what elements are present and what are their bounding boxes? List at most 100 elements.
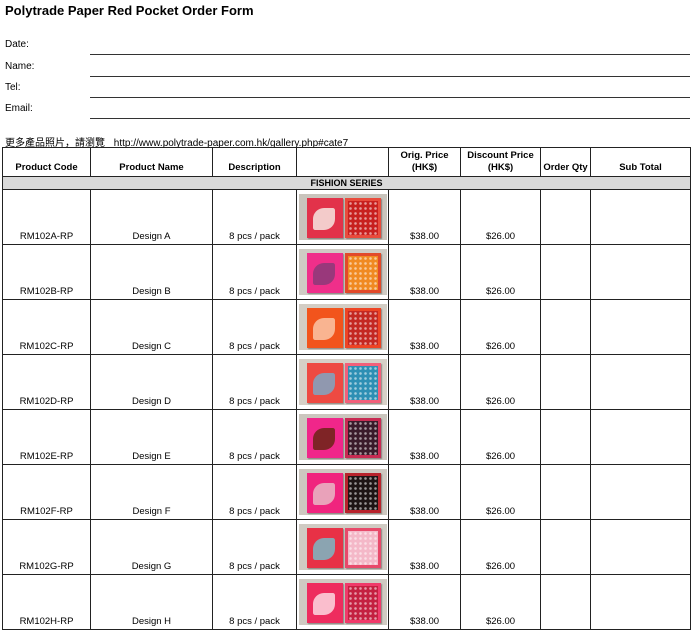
pattern-icon <box>347 366 378 400</box>
product-photo-cell <box>296 574 389 630</box>
order-qty-cell[interactable] <box>540 518 594 575</box>
order-qty-input[interactable] <box>541 243 594 297</box>
orig-price: $38.00 <box>388 464 461 520</box>
red-pocket-front <box>306 198 343 238</box>
order-qty-cell[interactable] <box>540 353 594 410</box>
order-qty-input[interactable] <box>541 573 594 627</box>
product-photo-cell <box>296 189 389 245</box>
sub-total <box>590 409 691 465</box>
date-field: Date: <box>5 38 694 56</box>
page-title: Polytrade Paper Red Pocket Order Form <box>5 3 254 18</box>
product-code: RM102F-RP <box>2 464 91 520</box>
order-qty-input[interactable] <box>541 188 594 242</box>
order-qty-input[interactable] <box>541 298 594 352</box>
email-label: Email: <box>5 103 33 114</box>
order-qty-cell[interactable] <box>540 573 594 630</box>
product-code: RM102D-RP <box>2 354 91 410</box>
sub-total <box>590 519 691 575</box>
product-name: Design F <box>90 464 213 520</box>
product-name: Design D <box>90 354 213 410</box>
description: 8 pcs / pack <box>212 354 297 410</box>
table-row: RM102C-RP Design C8 pcs / pack $38.00 $26.0… <box>2 298 691 355</box>
orig-price: $38.00 <box>388 244 461 300</box>
red-pocket-back <box>344 418 381 458</box>
header-order-qty: Order Qty <box>540 147 591 177</box>
discount-price: $26.00 <box>460 244 541 300</box>
product-photo-cell <box>296 244 389 300</box>
orig-price: $38.00 <box>388 354 461 410</box>
description: 8 pcs / pack <box>212 189 297 245</box>
tel-input[interactable] <box>90 84 694 99</box>
sub-total <box>590 299 691 355</box>
header-image <box>296 147 389 177</box>
orig-price: $38.00 <box>388 519 461 575</box>
table-row: RM102H-RP Design H8 pcs / pack $38.00 $26.0… <box>2 573 691 630</box>
red-pocket-front <box>306 363 343 403</box>
order-qty-cell[interactable] <box>540 188 594 245</box>
order-qty-cell[interactable] <box>540 243 594 300</box>
product-name: Design B <box>90 244 213 300</box>
discount-price: $26.00 <box>460 409 541 465</box>
table-row: RM102B-RP Design B8 pcs / pack $38.00 $26.0… <box>2 243 691 300</box>
description: 8 pcs / pack <box>212 519 297 575</box>
name-input[interactable] <box>90 63 694 78</box>
shoe-motif-icon <box>312 428 335 450</box>
product-code: RM102C-RP <box>2 299 91 355</box>
header-product-code: Product Code <box>2 147 91 177</box>
email-line <box>90 102 694 120</box>
date-label: Date: <box>5 39 29 50</box>
header-orig-price: Orig. Price (HK$) <box>388 147 461 177</box>
date-input[interactable] <box>90 41 694 56</box>
red-pocket-back <box>344 473 381 513</box>
order-qty-input[interactable] <box>541 463 594 517</box>
orig-price: $38.00 <box>388 299 461 355</box>
red-pocket-front <box>306 583 343 623</box>
description: 8 pcs / pack <box>212 409 297 465</box>
sub-total <box>590 189 691 245</box>
tel-line <box>90 81 694 99</box>
red-pocket-front <box>306 308 343 348</box>
product-photo-cell <box>296 299 389 355</box>
order-qty-input[interactable] <box>541 353 594 407</box>
red-pocket-back <box>344 528 381 568</box>
table-row: RM102A-RP Design A8 pcs / pack $38.00 $26.0… <box>2 188 691 245</box>
tel-field: Tel: <box>5 81 694 99</box>
orig-price: $38.00 <box>388 409 461 465</box>
discount-price: $26.00 <box>460 574 541 630</box>
red-pocket-back <box>344 308 381 348</box>
product-name: Design E <box>90 409 213 465</box>
table-row: RM102E-RP Design E8 pcs / pack $38.00 $26.0… <box>2 408 691 465</box>
name-line <box>90 60 694 78</box>
product-photo <box>298 524 387 570</box>
product-photo <box>298 469 387 515</box>
order-qty-cell[interactable] <box>540 463 594 520</box>
red-pocket-front <box>306 253 343 293</box>
product-code: RM102A-RP <box>2 189 91 245</box>
order-qty-cell[interactable] <box>540 298 594 355</box>
pattern-icon <box>347 531 378 565</box>
email-input[interactable] <box>90 105 694 120</box>
discount-price: $26.00 <box>460 299 541 355</box>
red-pocket-back <box>344 363 381 403</box>
pattern-icon <box>347 421 378 455</box>
header-product-name: Product Name <box>90 147 213 177</box>
product-code: RM102G-RP <box>2 519 91 575</box>
discount-price: $26.00 <box>460 189 541 245</box>
shoe-motif-icon <box>312 373 335 395</box>
sub-total <box>590 574 691 630</box>
orig-price: $38.00 <box>388 189 461 245</box>
order-qty-input[interactable] <box>541 408 594 462</box>
shoe-motif-icon <box>312 593 335 615</box>
product-photo-cell <box>296 354 389 410</box>
pattern-icon <box>347 476 378 510</box>
order-qty-cell[interactable] <box>540 408 594 465</box>
red-pocket-back <box>344 583 381 623</box>
header-discount-price: Discount Price (HK$) <box>460 147 541 177</box>
date-line <box>90 38 694 56</box>
sub-total <box>590 244 691 300</box>
name-field: Name: <box>5 60 694 78</box>
pattern-icon <box>347 586 378 620</box>
shoe-motif-icon <box>312 263 335 285</box>
order-qty-input[interactable] <box>541 518 594 572</box>
product-photo-cell <box>296 519 389 575</box>
